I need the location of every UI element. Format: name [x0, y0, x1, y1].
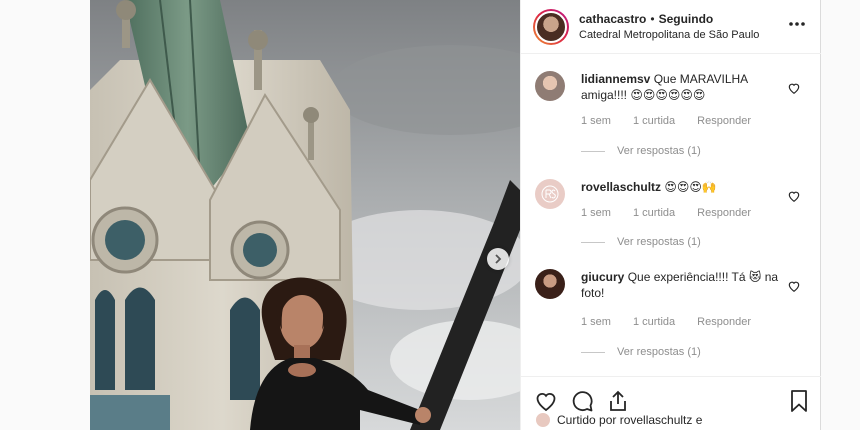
reply-button[interactable]: Responder: [697, 316, 751, 328]
comment-meta: 1 sem 1 curtida Responder: [581, 316, 751, 328]
separator-dot: •: [650, 11, 655, 26]
comment-meta: 1 sem 1 curtida Responder: [581, 115, 751, 127]
comment-time[interactable]: 1 sem: [581, 207, 611, 219]
commenter-avatar[interactable]: [535, 269, 565, 299]
liker-avatar[interactable]: [535, 412, 551, 428]
liked-by-row: Curtido por rovellaschultz e: [535, 412, 702, 428]
replies-divider: [581, 241, 605, 243]
photo-image: [90, 0, 520, 430]
view-replies-label: Ver respostas (1): [617, 236, 701, 248]
comments-list[interactable]: lidiannemsv Que MARAVILHA amiga!!!! 😍😍😍😍…: [521, 55, 821, 375]
view-replies-button[interactable]: Ver respostas (1): [581, 145, 701, 157]
comment-text: 😍😍😍🙌: [664, 180, 717, 194]
author-username[interactable]: cathacastro: [579, 11, 646, 27]
comment-likes[interactable]: 1 curtida: [633, 207, 675, 219]
chevron-right-icon: [495, 254, 502, 264]
comment-likes[interactable]: 1 curtida: [633, 115, 675, 127]
commenter-username[interactable]: lidiannemsv: [581, 72, 650, 86]
view-replies-button[interactable]: Ver respostas (1): [581, 236, 701, 248]
commenter-username[interactable]: rovellaschultz: [581, 180, 661, 194]
heart-icon[interactable]: [534, 389, 558, 413]
commenter-avatar[interactable]: [535, 71, 565, 101]
comment-time[interactable]: 1 sem: [581, 316, 611, 328]
reply-button[interactable]: Responder: [697, 115, 751, 127]
commenter-avatar[interactable]: [535, 179, 565, 209]
post-sidebar: cathacastro • Seguindo Catedral Metropol…: [520, 0, 821, 430]
backdrop-left: [0, 0, 90, 430]
comment-like-icon[interactable]: [787, 279, 801, 293]
more-options-button[interactable]: [787, 14, 807, 34]
comment-like-icon[interactable]: [787, 81, 801, 95]
view-replies-label: Ver respostas (1): [617, 145, 701, 157]
backdrop-right: [821, 0, 860, 430]
bookmark-icon[interactable]: [787, 389, 811, 413]
reply-button[interactable]: Responder: [697, 207, 751, 219]
follow-status-button[interactable]: Seguindo: [659, 11, 714, 27]
post-photo[interactable]: [90, 0, 520, 430]
author-avatar[interactable]: [533, 8, 569, 45]
more-options-icon: [789, 22, 805, 26]
liked-by-text[interactable]: Curtido por rovellaschultz e: [557, 413, 702, 427]
rs-monogram-icon: [541, 185, 559, 203]
comment-likes[interactable]: 1 curtida: [633, 316, 675, 328]
next-photo-button[interactable]: [487, 248, 509, 270]
author-info: cathacastro • Seguindo Catedral Metropol…: [579, 11, 759, 43]
location-link[interactable]: Catedral Metropolitana de São Paulo: [579, 27, 759, 43]
comment-meta: 1 sem 1 curtida Responder: [581, 207, 751, 219]
post-modal: cathacastro • Seguindo Catedral Metropol…: [0, 0, 860, 430]
comment-like-icon[interactable]: [787, 189, 801, 203]
share-icon[interactable]: [606, 389, 630, 413]
post-header: cathacastro • Seguindo Catedral Metropol…: [521, 0, 821, 54]
commenter-username[interactable]: giucury: [581, 270, 624, 284]
replies-divider: [581, 351, 605, 353]
replies-divider: [581, 150, 605, 152]
view-replies-label: Ver respostas (1): [617, 346, 701, 358]
view-replies-button[interactable]: Ver respostas (1): [581, 346, 701, 358]
comment-time[interactable]: 1 sem: [581, 115, 611, 127]
comment-icon[interactable]: [570, 389, 594, 413]
